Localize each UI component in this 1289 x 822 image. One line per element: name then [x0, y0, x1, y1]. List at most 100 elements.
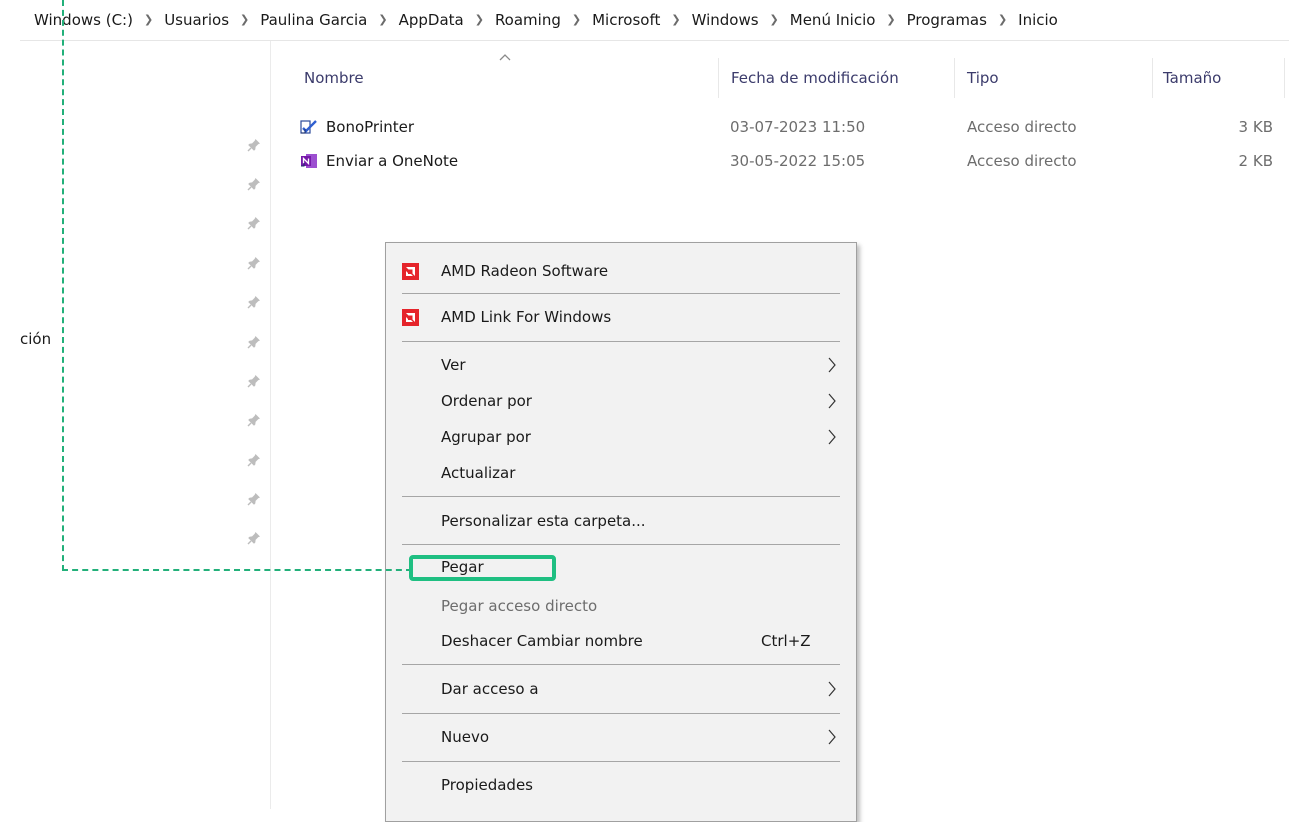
column-header-type[interactable]: Tipo	[967, 60, 999, 96]
context-menu: AMD Radeon Software AMD Link For Windows…	[385, 242, 857, 822]
file-size: 2 KB	[1238, 152, 1273, 170]
pin-icon[interactable]	[247, 256, 261, 270]
menu-item-label: Actualizar	[441, 464, 516, 482]
file-name-cell[interactable]: Enviar a OneNote	[300, 146, 458, 176]
breadcrumb-item-programas[interactable]: Programas	[907, 11, 987, 29]
menu-item-label: Dar acceso a	[441, 680, 539, 698]
menu-item-ver[interactable]: Ver	[386, 347, 856, 383]
chevron-right-icon[interactable]: ❯	[240, 13, 249, 26]
navigation-pane-border	[270, 41, 271, 809]
chevron-right-icon[interactable]: ❯	[886, 13, 895, 26]
amd-logo-icon	[402, 309, 419, 326]
menu-item-label: AMD Radeon Software	[441, 262, 609, 280]
annotation-highlight-box	[409, 555, 556, 581]
menu-separator	[402, 544, 840, 545]
pin-icon[interactable]	[247, 177, 261, 191]
menu-separator	[402, 341, 840, 342]
menu-item-label: Propiedades	[441, 776, 533, 794]
chevron-right-icon	[827, 680, 837, 698]
breadcrumb-item-windows-c[interactable]: Windows (C:)	[34, 11, 133, 29]
menu-item-label: Deshacer Cambiar nombre	[441, 632, 643, 650]
column-header-name[interactable]: Nombre	[304, 60, 364, 96]
amd-logo-icon	[402, 263, 419, 280]
chevron-right-icon[interactable]: ❯	[998, 13, 1007, 26]
keyboard-shortcut: Ctrl+Z	[761, 632, 811, 650]
file-name[interactable]: Enviar a OneNote	[326, 152, 458, 170]
nav-item-label-partial[interactable]: ción	[20, 330, 51, 348]
menu-item-label: Pegar acceso directo	[441, 597, 598, 615]
menu-item-label: Nuevo	[441, 728, 490, 746]
menu-item-label: AMD Link For Windows	[441, 308, 612, 326]
onenote-shortcut-icon	[300, 152, 318, 170]
column-separator[interactable]	[1284, 58, 1285, 98]
breadcrumb-item-microsoft[interactable]: Microsoft	[592, 11, 660, 29]
pin-icon[interactable]	[247, 453, 261, 467]
menu-separator	[402, 293, 840, 294]
file-row[interactable]: BonoPrinter 03-07-2023 11:50 Acceso dire…	[290, 112, 1289, 142]
breadcrumb-item-usuarios[interactable]: Usuarios	[164, 11, 229, 29]
menu-separator	[402, 664, 840, 665]
menu-separator	[402, 761, 840, 762]
bonoprinter-shortcut-icon	[300, 118, 318, 136]
pin-icon[interactable]	[247, 216, 261, 230]
navigation-pane	[0, 41, 270, 809]
column-separator[interactable]	[1152, 58, 1153, 98]
chevron-right-icon	[827, 356, 837, 374]
chevron-right-icon	[827, 428, 837, 446]
breadcrumb-item-inicio[interactable]: Inicio	[1018, 11, 1058, 29]
menu-item-label: Agrupar por	[441, 428, 531, 446]
menu-item-personalizar-carpeta[interactable]: Personalizar esta carpeta...	[386, 503, 856, 539]
file-date: 30-05-2022 15:05	[730, 152, 866, 170]
breadcrumb-item-windows[interactable]: Windows	[692, 11, 759, 29]
menu-item-actualizar[interactable]: Actualizar	[386, 455, 856, 491]
menu-item-dar-acceso-a[interactable]: Dar acceso a	[386, 671, 856, 707]
pin-icon[interactable]	[247, 413, 261, 427]
breadcrumb-item-roaming[interactable]: Roaming	[495, 11, 561, 29]
chevron-right-icon[interactable]: ❯	[671, 13, 680, 26]
chevron-right-icon[interactable]: ❯	[572, 13, 581, 26]
pin-icon[interactable]	[247, 138, 261, 152]
menu-item-deshacer-cambiar-nombre[interactable]: Deshacer Cambiar nombre Ctrl+Z	[386, 623, 856, 659]
pin-icon[interactable]	[247, 531, 261, 545]
column-separator[interactable]	[718, 58, 719, 98]
menu-item-ordenar-por[interactable]: Ordenar por	[386, 383, 856, 419]
menu-item-label: Personalizar esta carpeta...	[441, 512, 646, 530]
breadcrumb-item-appdata[interactable]: AppData	[399, 11, 464, 29]
chevron-right-icon	[827, 728, 837, 746]
menu-separator	[402, 713, 840, 714]
file-name-cell[interactable]: BonoPrinter	[300, 112, 414, 142]
file-type: Acceso directo	[967, 118, 1077, 136]
menu-item-amd-link[interactable]: AMD Link For Windows	[386, 299, 856, 335]
menu-item-label: Ordenar por	[441, 392, 532, 410]
menu-item-propiedades[interactable]: Propiedades	[386, 767, 856, 803]
sort-ascending-icon	[498, 52, 512, 62]
breadcrumb: Windows (C:) ❯ Usuarios ❯ Paulina Garcia…	[0, 0, 1289, 40]
chevron-right-icon[interactable]: ❯	[770, 13, 779, 26]
file-name[interactable]: BonoPrinter	[326, 118, 414, 136]
file-type: Acceso directo	[967, 152, 1077, 170]
column-header-date[interactable]: Fecha de modificación	[731, 60, 899, 96]
menu-item-nuevo[interactable]: Nuevo	[386, 719, 856, 755]
menu-item-amd-radeon-software[interactable]: AMD Radeon Software	[386, 253, 856, 289]
pin-icon[interactable]	[247, 374, 261, 388]
chevron-right-icon[interactable]: ❯	[475, 13, 484, 26]
menu-item-agrupar-por[interactable]: Agrupar por	[386, 419, 856, 455]
column-header-size[interactable]: Tamaño	[1163, 60, 1221, 96]
annotation-dashed-connector-vertical	[62, 0, 64, 571]
file-row[interactable]: Enviar a OneNote 30-05-2022 15:05 Acceso…	[290, 146, 1289, 176]
breadcrumb-item-paulina-garcia[interactable]: Paulina Garcia	[260, 11, 367, 29]
annotation-dashed-connector-horizontal	[62, 569, 412, 571]
chevron-right-icon[interactable]: ❯	[144, 13, 153, 26]
file-size: 3 KB	[1238, 118, 1273, 136]
chevron-right-icon	[827, 392, 837, 410]
menu-separator	[402, 496, 840, 497]
pin-icon[interactable]	[247, 492, 261, 506]
file-date: 03-07-2023 11:50	[730, 118, 866, 136]
breadcrumb-item-menu-inicio[interactable]: Menú Inicio	[790, 11, 876, 29]
menu-item-pegar-acceso-directo: Pegar acceso directo	[386, 588, 856, 624]
chevron-right-icon[interactable]: ❯	[378, 13, 387, 26]
column-separator[interactable]	[954, 58, 955, 98]
menu-item-label: Ver	[441, 356, 466, 374]
pin-icon[interactable]	[247, 335, 261, 349]
pin-icon[interactable]	[247, 295, 261, 309]
